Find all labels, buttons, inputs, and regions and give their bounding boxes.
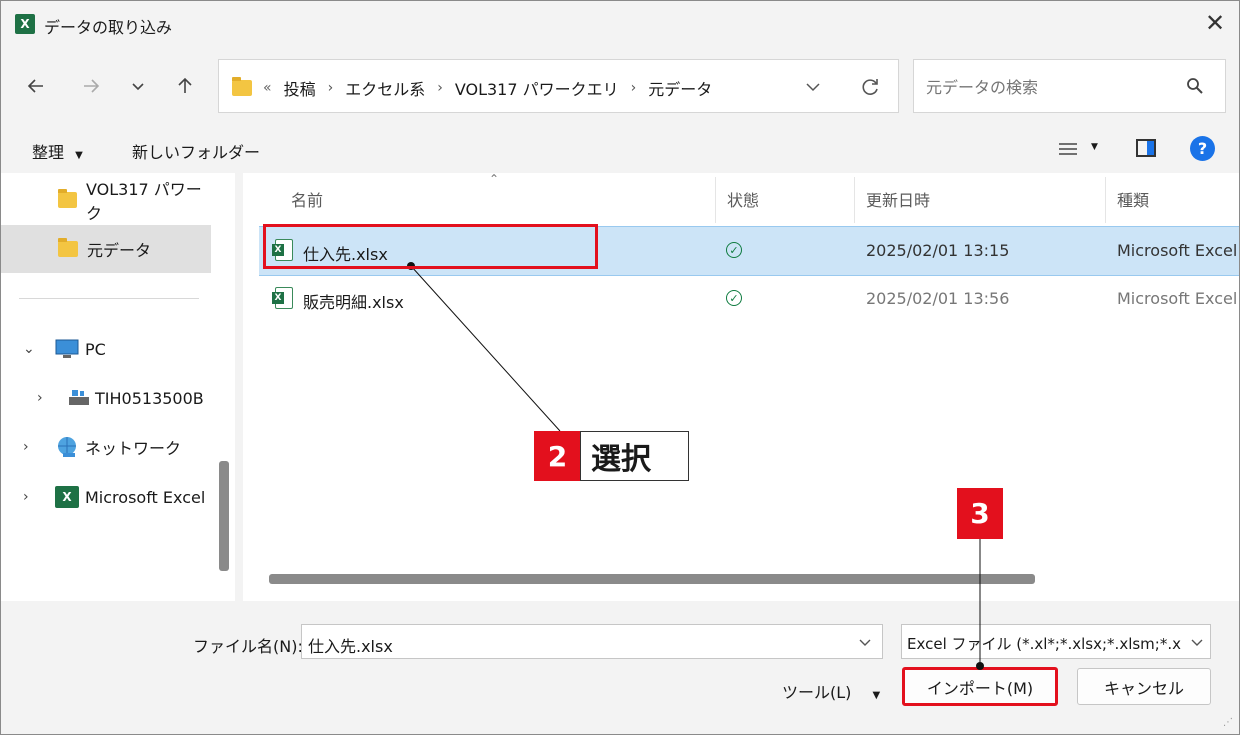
callout-3-number: 3 [957, 488, 1003, 539]
selection-highlight-box [263, 224, 598, 269]
annotation-lines [407, 262, 984, 670]
callout-2-number: 2 [534, 431, 581, 481]
callout-2-label: 選択 [580, 431, 689, 481]
